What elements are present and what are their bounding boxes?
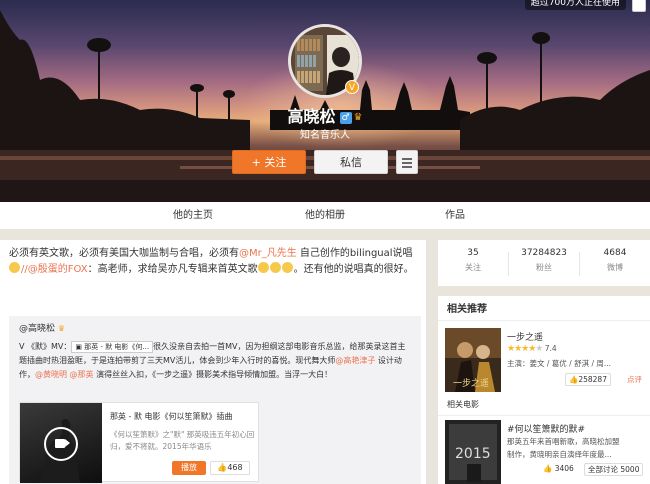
- thumbs-up-icon: 👍: [217, 463, 228, 472]
- tab-works[interactable]: 作品: [445, 202, 465, 230]
- recommended-movie[interactable]: 一步之遥 一步之遥 ★★★★★ 7.4 主演：姜文 / 葛优 / 舒淇 / 周.…: [445, 328, 650, 394]
- stat-number: 37284823: [521, 248, 567, 258]
- movie-like-button[interactable]: 👍258287: [565, 373, 611, 386]
- video-play-icon[interactable]: [44, 427, 78, 461]
- svg-text:一步之遥: 一步之遥: [453, 377, 489, 389]
- movie-cast: 主演：姜文 / 葛优 / 舒淇 / 周...: [507, 359, 612, 368]
- divider: [438, 415, 650, 416]
- related-movies-label: 相关电影: [447, 400, 479, 409]
- stat-following[interactable]: 35 关注: [438, 248, 508, 273]
- review-link[interactable]: 点评: [627, 373, 642, 386]
- reposted-content: @高晓松 ♛ Ⅴ 《默》MV： ▣ 那英 - 默 电影《何... 很久没亲自去拍一首…: [9, 316, 421, 484]
- video-card[interactable]: 那英 - 默 电影《何以笙箫默》插曲 《何以笙箫默》之"默" 那英吸违五年初心回…: [19, 402, 259, 483]
- profile-tabs: 他的主页 他的相册 作品: [0, 202, 650, 230]
- video-like-count: 468: [227, 463, 243, 472]
- video-like-button[interactable]: 👍468: [210, 461, 250, 475]
- verified-badge-icon: V: [345, 80, 359, 94]
- grin-emoji-icon: [269, 262, 281, 273]
- mention-link[interactable]: @Mr_凡先生: [239, 248, 297, 259]
- repost-text-part: Ⅴ 《默》MV：: [19, 342, 72, 351]
- repost-author-link[interactable]: @高晓松: [19, 324, 55, 334]
- vip-crown-icon: ♛: [353, 112, 363, 123]
- message-button[interactable]: 私信: [314, 150, 388, 174]
- stat-label: 关注: [465, 263, 481, 272]
- grin-emoji-icon: [257, 262, 269, 273]
- post-text: 必须有英文歌，必须有美国大咖监制与合唱，必须有@Mr_凡先生 自己创作的bili…: [9, 246, 421, 278]
- stat-label: 粉丝: [536, 263, 552, 272]
- stat-followers[interactable]: 37284823 粉丝: [509, 248, 579, 273]
- mv-tag-label: 那英 - 默 电影《何...: [84, 343, 150, 351]
- profile-description: 知名音乐人: [300, 130, 350, 141]
- thumbs-up-icon: 👍: [569, 375, 579, 384]
- topic-title[interactable]: #何以笙箫默的默#: [507, 422, 585, 435]
- weibo-post: 必须有英文歌，必须有美国大咖监制与合唱，必须有@Mr_凡先生 自己创作的bili…: [0, 240, 427, 484]
- video-thumbnail[interactable]: [20, 403, 102, 483]
- stat-posts[interactable]: 4684 微博: [580, 248, 650, 273]
- movie-poster[interactable]: 一步之遥: [445, 328, 501, 392]
- profile-stats: 35 关注 37284823 粉丝 4684 微博: [438, 240, 650, 286]
- repost-text: Ⅴ 《默》MV： ▣ 那英 - 默 电影《何... 很久没亲自去拍一首MV，因为担纲…: [19, 340, 409, 382]
- topic-desc-line1: 那英五年来首唱新歌，高晓松加盟: [507, 437, 620, 446]
- tab-album[interactable]: 他的相册: [305, 202, 345, 230]
- movie-score: 7.4: [544, 344, 557, 353]
- profile-name: 高晓松: [287, 107, 336, 126]
- post-text-part: 自己创作的bilingual说唱: [296, 248, 413, 259]
- male-icon: ♂: [339, 111, 352, 124]
- topic-discuss-button[interactable]: 全部讨论 5000: [584, 463, 644, 476]
- post-text-part: ：高老师，求给吴亦凡专辑来首英文歌: [87, 264, 258, 275]
- mention-link[interactable]: @那英: [70, 370, 94, 379]
- movie-rating: ★★★★★ 7.4: [507, 344, 557, 354]
- more-menu-button[interactable]: [396, 150, 418, 174]
- grin-emoji-icon: [281, 262, 293, 273]
- vip-crown-icon: ♛: [57, 324, 66, 333]
- mv-video-tag[interactable]: ▣ 那英 - 默 电影《何...: [71, 341, 154, 353]
- video-icon: ▣: [75, 343, 85, 351]
- rating-stars-icon: ★★★★★: [507, 344, 543, 354]
- tab-home[interactable]: 他的主页: [173, 202, 213, 230]
- post-text-part: 必须有英文歌，必须有美国大咖监制与合唱，必须有: [9, 248, 239, 259]
- movie-like-count: 258287: [578, 375, 607, 384]
- live-users-tag: 超过700万人正在使用: [524, 0, 626, 10]
- side-feedback-button[interactable]: [632, 0, 646, 12]
- video-description: 《何以笙箫默》之"默" 那英吸违五年初心回归，爱不将就。2015年华语乐: [110, 430, 255, 451]
- cover-banner: 超过700万人正在使用 V 高晓松 ♂ ♛ 知名音乐人 + 关注 私信: [0, 0, 650, 202]
- topic-like-button[interactable]: 👍 3406: [543, 463, 574, 476]
- mention-link[interactable]: @高艳津子: [335, 356, 375, 365]
- thumbs-up-icon: 👍: [543, 464, 555, 473]
- mention-link[interactable]: @黄晓明: [35, 370, 67, 379]
- mention-link[interactable]: //@殷蛋的FOX: [21, 264, 88, 275]
- video-title[interactable]: 那英 - 默 电影《何以笙箫默》插曲: [110, 411, 233, 422]
- topic-image[interactable]: 2015: [445, 420, 501, 484]
- recommendations-panel: 相关推荐 一步之遥 一步之遥 ★★★★★ 7.4 主演：姜文 / 葛优 / 舒淇…: [438, 296, 650, 484]
- topic-desc-line2: 制作，黄晓明亲自演绎年度最...: [507, 450, 612, 459]
- follow-button[interactable]: + 关注: [232, 150, 306, 174]
- repost-text-part: 演得丝丝入扣，《一步之遥》摄影美术指导倾情加盟。当浮一大白！: [93, 370, 333, 379]
- recommendations-title: 相关推荐: [447, 304, 487, 315]
- sunglasses-emoji-icon: [9, 262, 20, 273]
- movie-title[interactable]: 一步之遥: [507, 330, 543, 343]
- topic-like-count: 3406: [554, 464, 574, 473]
- stat-number: 35: [467, 248, 479, 258]
- repost-author: @高晓松 ♛: [19, 321, 65, 334]
- profile-name-row: 高晓松 ♂ ♛: [0, 103, 650, 127]
- play-button[interactable]: 播放: [172, 461, 206, 475]
- stat-label: 微博: [607, 263, 623, 272]
- stat-number: 4684: [603, 248, 627, 258]
- post-text-part: 。还有他的说唱真的很好。: [293, 264, 414, 275]
- recommended-topic[interactable]: 2015 #何以笙箫默的默# 那英五年来首唱新歌，高晓松加盟 制作，黄晓明亲自演…: [445, 420, 650, 484]
- svg-text:2015: 2015: [455, 446, 491, 462]
- divider: [438, 320, 650, 321]
